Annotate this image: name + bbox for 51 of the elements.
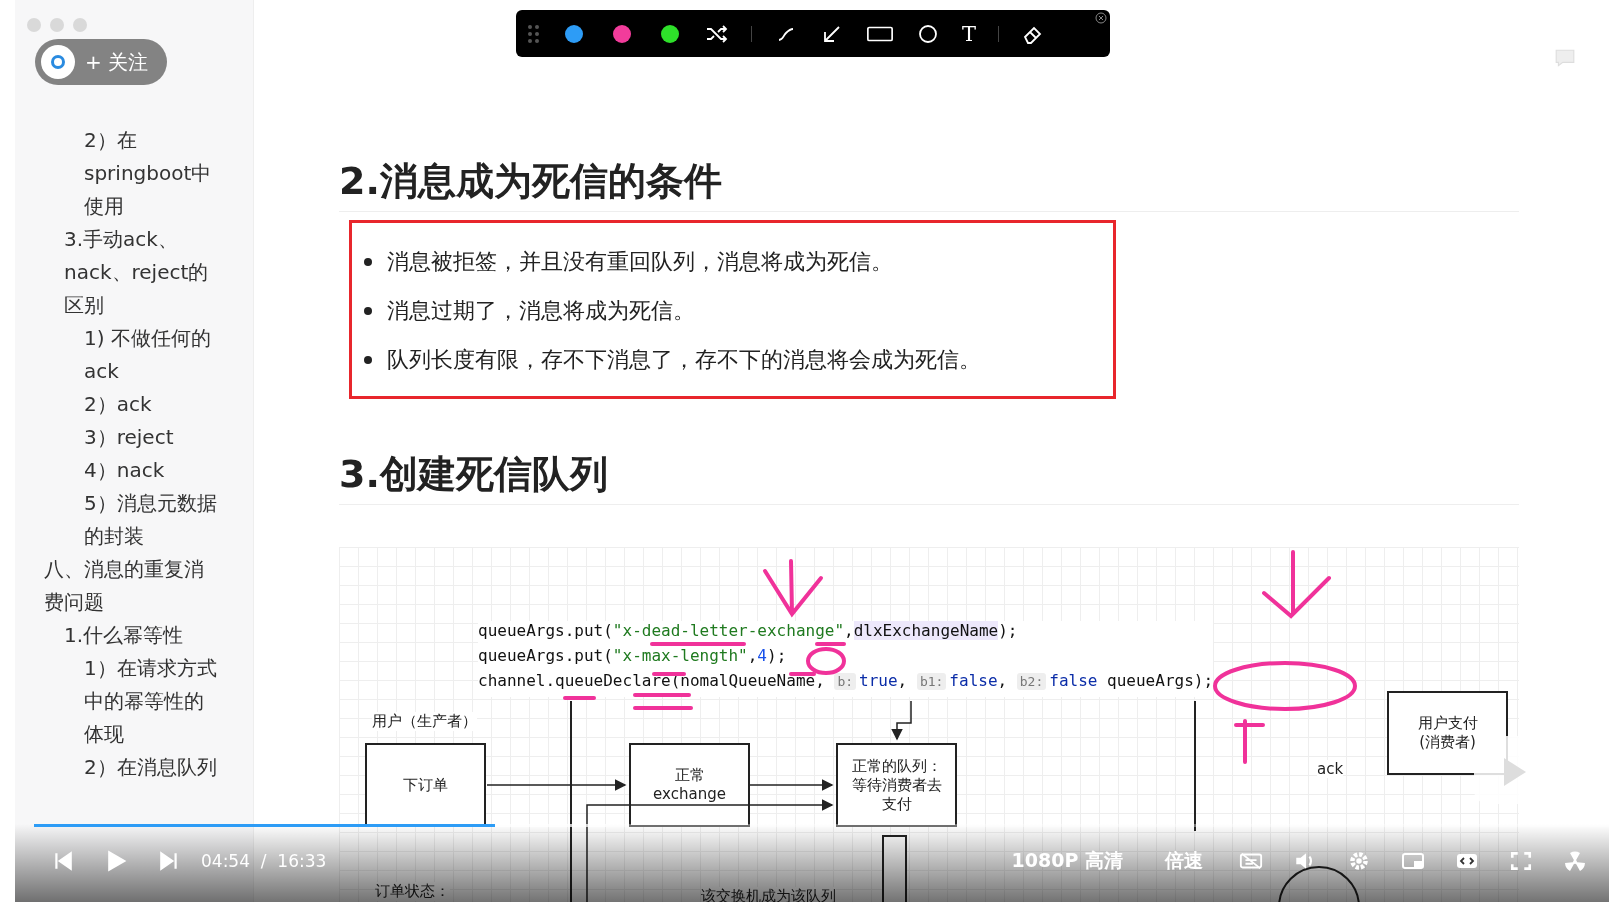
- outline-item[interactable]: 2）在消息队列: [44, 751, 219, 784]
- close-icon[interactable]: [1095, 12, 1107, 24]
- subtitles-off-icon[interactable]: [1239, 850, 1263, 872]
- text-tool[interactable]: T: [962, 21, 976, 46]
- follow-label[interactable]: + 关注: [85, 48, 149, 76]
- handwritten-arrow: [1234, 719, 1265, 764]
- outline-item[interactable]: 4）nack: [44, 454, 219, 487]
- edge-label: ack: [1317, 760, 1344, 778]
- color-swatch[interactable]: [661, 24, 679, 43]
- color-swatch[interactable]: [613, 24, 631, 43]
- order-node: 下订单: [365, 743, 486, 827]
- playback-time: 04:54 / 16:33: [201, 851, 327, 871]
- settings-icon[interactable]: [1347, 850, 1371, 872]
- outline-item[interactable]: 2）ack: [44, 388, 219, 421]
- exchange-node: 正常 exchange: [629, 743, 750, 827]
- code-line: queueArgs.put("x-dead-letter-exchange",dlxExchangeName);: [478, 621, 1018, 641]
- bullet-text: 消息过期了，消息将成为死信。: [362, 286, 1113, 335]
- picture-in-picture-icon[interactable]: [1401, 850, 1425, 872]
- connector-arrow: [891, 700, 912, 741]
- handwritten-underline: [633, 706, 693, 710]
- handwritten-circle: [806, 647, 846, 675]
- bullet-text: 消息被拒签，并且没有重回队列，消息将成为死信。: [362, 237, 1113, 286]
- outline-item[interactable]: 1.什么幂等性: [44, 619, 219, 652]
- status-label: 订单状态：: [375, 882, 450, 901]
- handwritten-underline: [652, 672, 686, 676]
- drag-handle-icon[interactable]: [528, 24, 539, 43]
- logo-icon: [41, 45, 75, 79]
- radiation-icon[interactable]: [1563, 850, 1587, 872]
- queue-node: 正常的队列：等待消费者去支付: [836, 743, 957, 827]
- bullet-text: 队列长度有限，存不下消息了，存不下的消息将会成为死信。: [362, 335, 1113, 384]
- handwritten-underline: [563, 696, 596, 700]
- handwritten-underline: [633, 693, 691, 697]
- handwritten-arrow: [1262, 550, 1331, 619]
- code-line: queueArgs.put("x-max-length",4);: [478, 646, 787, 666]
- actor-label: 用户（生产者）: [372, 712, 477, 731]
- outline-item[interactable]: 3）reject: [44, 421, 219, 454]
- handwritten-underline: [789, 672, 816, 676]
- follow-badge[interactable]: + 关注: [35, 39, 167, 85]
- code-line: channel.queueDeclare(nomalQueueName, b: true, b1: false, b2: false queueArgs);: [478, 671, 1214, 692]
- outline-item[interactable]: 3.手动ack、nack、reject的区别: [44, 223, 219, 322]
- color-swatch[interactable]: [565, 24, 583, 43]
- outline-item[interactable]: 1) 不做任何的ack: [44, 322, 219, 388]
- handwritten-arrow: [763, 559, 823, 618]
- handwritten-underline: [815, 642, 846, 646]
- section-heading: 2.消息成为死信的条件: [339, 156, 1519, 212]
- outline-item[interactable]: 2）在springboot中使用: [44, 124, 219, 223]
- outline-item[interactable]: 八、消息的重复消费问题: [44, 553, 219, 619]
- outline-item[interactable]: 5）消息元数据的封装: [44, 487, 219, 553]
- outline-item[interactable]: 1）在请求方式中的幂等性的体现: [44, 652, 219, 751]
- fullscreen-icon[interactable]: [1509, 850, 1533, 872]
- section-heading: 3.创建死信队列: [339, 449, 1519, 505]
